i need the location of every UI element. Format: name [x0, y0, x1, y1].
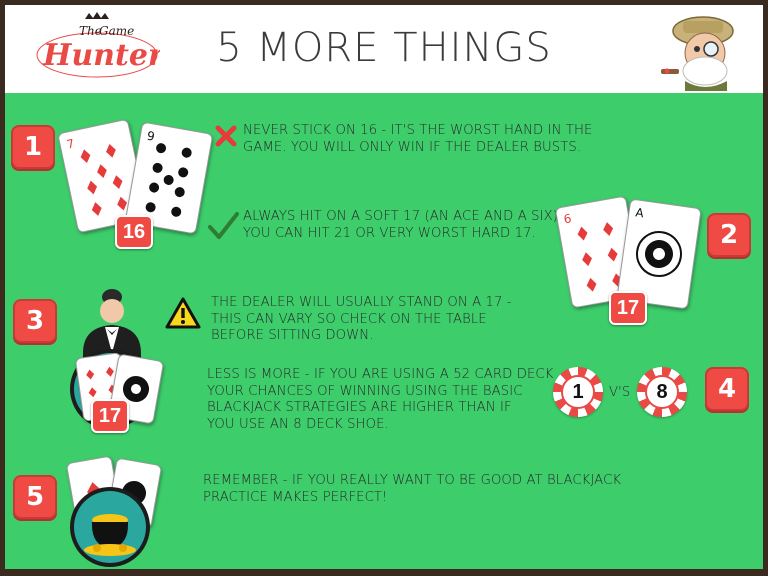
tip-number-1: 1: [11, 125, 55, 169]
chip-value: 1: [561, 375, 595, 409]
poker-chip-eight: 8: [637, 367, 687, 417]
versus-label: V'S: [609, 385, 631, 400]
tip-line: BLACKJACK STRATEGIES ARE HIGHER THAN IF: [207, 400, 512, 415]
chip-value: 8: [645, 375, 679, 409]
x-mark-icon: [215, 125, 237, 147]
svg-text:6: 6: [563, 211, 573, 226]
tip-line: GAME. YOU WILL ONLY WIN IF THE DEALER BU…: [243, 139, 582, 155]
tip-line: THIS CAN VARY SO CHECK ON THE TABLE: [211, 311, 487, 327]
hand-score: 16: [115, 215, 153, 249]
tip-line: THE DEALER WILL USUALLY STAND ON A 17 -: [211, 295, 512, 310]
tip-number-4: 4: [705, 367, 749, 411]
tip-line: YOUR CHANCES OF WINNING USING THE BASIC: [207, 383, 523, 399]
tip-line: NEVER STICK ON 16 - IT'S THE WORST HAND …: [243, 123, 593, 138]
tip-line: PRACTICE MAKES PERFECT!: [203, 489, 388, 505]
tip-line: BEFORE SITTING DOWN.: [211, 328, 374, 343]
hand-score: 17: [91, 399, 129, 433]
tip-text-2: ALWAYS HIT ON A SOFT 17 (AN ACE AND A SI…: [243, 209, 558, 242]
pot-of-gold-icon: [70, 487, 150, 567]
svg-text:7: 7: [65, 136, 75, 151]
explorer-mascot-icon: [661, 16, 734, 91]
tip-text-5: REMEMBER - IF YOU REALLY WANT TO BE GOOD…: [203, 473, 621, 506]
svg-text:9: 9: [146, 129, 156, 144]
tip-line: LESS IS MORE - IF YOU ARE USING A 52 CAR…: [207, 367, 554, 382]
tip-text-1: NEVER STICK ON 16 - IT'S THE WORST HAND …: [243, 123, 592, 156]
tip-text-4: LESS IS MORE - IF YOU ARE USING A 52 CAR…: [207, 367, 553, 433]
checkmark-icon: [208, 212, 239, 239]
tip-number-3: 3: [13, 299, 57, 343]
hand-score: 17: [609, 291, 647, 325]
tip-line: YOU CAN HIT 21 OR VERY WORST HARD 17.: [243, 225, 536, 241]
tips-panel: 1 7 9 16 NEVER STICK ON 16 - IT'S THE WO…: [5, 93, 763, 569]
poker-chip-one: 1: [553, 367, 603, 417]
svg-text:A: A: [635, 205, 646, 220]
tip-number-5: 5: [13, 475, 57, 519]
tip-line: ALWAYS HIT ON A SOFT 17 (AN ACE AND A SI…: [243, 209, 558, 224]
header-bar: The Game Hunter 5 MORE THINGS: [5, 5, 763, 93]
tip-line: YOU USE AN 8 DECK SHOE.: [207, 416, 389, 432]
tip-line: REMEMBER - IF YOU REALLY WANT TO BE GOOD…: [203, 473, 622, 488]
tip-text-3: THE DEALER WILL USUALLY STAND ON A 17 - …: [211, 295, 512, 345]
infographic-frame: The Game Hunter 5 MORE THINGS 1 7 9 16 N…: [0, 0, 768, 576]
page-title: 5 MORE THINGS: [216, 25, 552, 71]
warning-icon: [165, 297, 201, 329]
tip-number-2: 2: [707, 213, 751, 257]
